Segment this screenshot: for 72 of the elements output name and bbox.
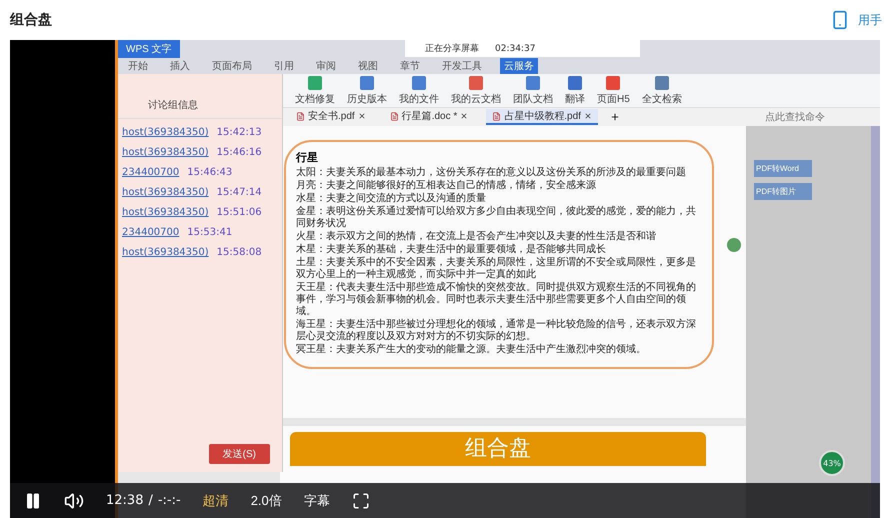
- share-elapsed: 02:34:37: [495, 44, 536, 54]
- document-tab[interactable]: 行星篇.doc *: [384, 109, 474, 125]
- close-icon[interactable]: [584, 112, 592, 120]
- ribbon-tab[interactable]: 云服务: [500, 58, 538, 74]
- ribbon-tab[interactable]: 开发工具: [438, 58, 486, 74]
- message-time: 15:53:41: [187, 227, 232, 238]
- document-line: 金星：表明这份关系通过爱情可以给双方多少自由表现空间，彼此爱的感觉，爱的能力，共同财务状况: [296, 206, 697, 230]
- ribbon-tab[interactable]: 视图: [354, 58, 382, 74]
- message-sender[interactable]: 234400700: [122, 227, 180, 238]
- document-tab[interactable]: 占星中级教程.pdf: [486, 109, 598, 125]
- title-banner: 组合盘: [290, 432, 706, 466]
- document-heading: 行星: [296, 150, 319, 165]
- page-title: 组合盘: [10, 11, 52, 29]
- ribbon-tool-button[interactable]: 历史版本: [345, 76, 389, 106]
- ribbon-tool-button[interactable]: 我的文件: [397, 76, 441, 106]
- message-sender[interactable]: 234400700: [122, 167, 180, 178]
- ribbon-tool-button[interactable]: 团队文档: [511, 76, 555, 106]
- document-icon: [390, 112, 399, 120]
- ribbon-tab[interactable]: 开始: [124, 58, 152, 74]
- chat-title: 讨论组信息: [118, 74, 282, 119]
- add-tab-icon[interactable]: [610, 112, 620, 122]
- search-field[interactable]: 点此查找命令: [763, 110, 853, 124]
- pause-button[interactable]: [24, 492, 42, 510]
- current-time: 12:38: [106, 493, 144, 508]
- ribbon-tab[interactable]: 插入: [166, 58, 194, 74]
- duration: -:-:-: [158, 493, 181, 508]
- document-line: 天王星：代表夫妻生活中那些造成不愉快的突然变故。同时提供双方观察生活的不同视角的事件，学习与领会新事物的机会。同时也表示夫妻生活中那些需要更多个人自由空间的领域。: [296, 282, 697, 318]
- ribbon-tab[interactable]: 引用: [270, 58, 298, 74]
- document-line: 火星：表示双方之间的热情，在交流上是否会产生冲突以及夫妻的性生活是否和谐: [296, 231, 657, 243]
- message-time: 15:51:06: [216, 207, 262, 218]
- ribbon-tab[interactable]: 页面布局: [208, 58, 256, 74]
- message-sender[interactable]: host(369384350): [122, 127, 209, 138]
- fullscreen-button[interactable]: [352, 492, 370, 510]
- document-line: 海王星：夫妻生活中那些被过分理想化的领域，通常是一种比较危险的信号，还表示双方深层心灵交流的程度以及双方对对方的不切实际的幻想。: [296, 319, 697, 343]
- message-time: 15:46:16: [216, 147, 262, 158]
- convert-button[interactable]: PDF转Word: [754, 160, 812, 177]
- message-time: 15:42:13: [216, 127, 262, 138]
- mobile-link[interactable]: 用手: [830, 10, 882, 30]
- ribbon-tool-button[interactable]: 文档修复: [293, 76, 337, 106]
- time-separator: /: [148, 493, 153, 508]
- ribbon-tool-button[interactable]: 页面H5: [595, 76, 632, 106]
- message-time: 15:46:43: [187, 167, 232, 178]
- document-line: 月亮：夫妻之间能够很好的互相表达自己的情感，情绪，安全感来源: [296, 180, 597, 192]
- document-line: 木星：夫妻关系的基础，夫妻生活中的最重要领域，是否能够共同成长: [296, 244, 607, 256]
- ribbon-tool-button[interactable]: 翻译: [563, 76, 587, 106]
- convert-button[interactable]: PDF转图片: [754, 183, 812, 200]
- message-time: 15:58:08: [216, 247, 262, 258]
- ribbon-tool-button[interactable]: 我的云文档: [449, 76, 503, 106]
- quality-button[interactable]: 超清: [202, 492, 229, 510]
- subtitles-button[interactable]: 字幕: [304, 492, 330, 510]
- message-sender[interactable]: host(369384350): [122, 207, 209, 218]
- volume-button[interactable]: [64, 490, 84, 510]
- document-line: 太阳：夫妻关系的最基本动力，这份关系存在的意义以及这份关系的所涉及的最重要问题: [296, 167, 687, 179]
- document-tab[interactable]: 安全书.pdf: [290, 109, 372, 125]
- ribbon-tool-button[interactable]: 全文检索: [640, 76, 684, 106]
- document-icon: [296, 112, 305, 120]
- message-sender[interactable]: host(369384350): [122, 187, 209, 198]
- document-line: 土星：夫妻关系中的不安全因素，夫妻关系的局限性，这里所谓的不安全或局限性，更多是双方心里上的一种主观感觉，而实际中并一定真的如此: [296, 257, 697, 281]
- ribbon-tab[interactable]: 章节: [396, 58, 424, 74]
- speed-button[interactable]: 2.0倍: [250, 492, 282, 510]
- document-line: 冥王星：夫妻关系产生大的变动的能量之源。夫妻生活中产生激烈冲突的领域。: [296, 344, 647, 356]
- app-menu-button[interactable]: WPS 文字: [118, 40, 180, 58]
- ribbon-tab[interactable]: 审阅: [312, 58, 340, 74]
- close-icon[interactable]: [460, 112, 468, 120]
- message-sender[interactable]: host(369384350): [122, 147, 209, 158]
- message-time: 15:47:14: [216, 187, 262, 198]
- document-line: 水星：夫妻之间交流的方式以及沟通的质量: [296, 193, 487, 205]
- message-sender[interactable]: host(369384350): [122, 247, 209, 258]
- send-button[interactable]: 发送(S): [208, 444, 270, 464]
- close-icon[interactable]: [358, 112, 366, 120]
- document-icon: [492, 112, 502, 120]
- share-status: 正在分享屏幕: [425, 42, 479, 55]
